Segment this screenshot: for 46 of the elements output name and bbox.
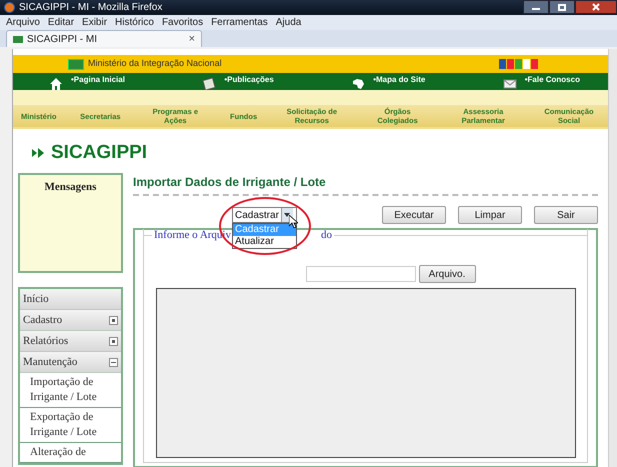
ministry-name: Ministério da Integração Nacional (88, 57, 222, 70)
flag-icon (68, 58, 84, 70)
window-title: SICAGIPPI - MI - Mozilla Firefox (19, 1, 162, 15)
flag-icon (13, 36, 23, 42)
logo-icon (499, 59, 538, 69)
page-title: Importar Dados de Irrigante / Lote (133, 174, 327, 191)
sidebar-item[interactable]: Relatórios (20, 331, 121, 352)
quick-link[interactable]: •Publicações (224, 73, 274, 87)
menu-item[interactable]: Exibir (82, 15, 108, 30)
quick-link[interactable]: •Fale Conosco (524, 73, 580, 87)
envelope-icon (502, 77, 517, 91)
expand-icon[interactable] (109, 316, 118, 324)
scrollbar[interactable] (608, 49, 617, 467)
firefox-icon (4, 2, 15, 13)
action-select[interactable]: Cadastrar (232, 207, 297, 223)
minimize-icon[interactable] (523, 0, 549, 14)
messages-title: Mensagens (44, 180, 96, 195)
action-button[interactable]: Executar (382, 206, 446, 224)
house-icon (49, 77, 63, 91)
sidebar-item[interactable]: Manutenção (20, 352, 121, 373)
quick-link[interactable]: •Pagina Inicial (71, 73, 125, 87)
tab-title: SICAGIPPI - MI (27, 32, 98, 46)
sidebar-item[interactable]: Início (20, 289, 121, 310)
app-title: SICAGIPPI (51, 143, 148, 163)
legend-text: do (320, 229, 333, 242)
action-button[interactable]: Sair (534, 206, 598, 224)
browse-button[interactable]: Arquivo. (418, 265, 476, 283)
browser-tab[interactable]: SICAGIPPI - MI × (6, 30, 202, 47)
expand-icon[interactable] (109, 336, 118, 346)
sidebar-item[interactable]: Cadastro (20, 310, 121, 331)
action-button[interactable]: Limpar (458, 206, 522, 224)
maximize-icon[interactable] (549, 0, 575, 14)
menu-item[interactable]: Ajuda (276, 15, 302, 30)
close-tab-button[interactable]: × (188, 30, 195, 48)
menu-item[interactable]: Editar (48, 15, 74, 30)
menu-item[interactable]: Histórico (115, 15, 154, 30)
file-path-field[interactable] (306, 266, 416, 282)
menu-item[interactable]: Favoritos (162, 15, 204, 30)
collapse-icon[interactable] (109, 358, 118, 366)
menu-item[interactable]: Arquivo (6, 15, 40, 30)
arrow-logo-icon (31, 146, 45, 160)
close-icon[interactable] (575, 0, 617, 14)
dropdown-option[interactable]: Atualizar (233, 236, 296, 248)
menu-item[interactable]: Ferramentas (211, 15, 268, 30)
map-icon (351, 77, 366, 91)
quick-link[interactable]: •Mapa do Site (373, 73, 426, 87)
